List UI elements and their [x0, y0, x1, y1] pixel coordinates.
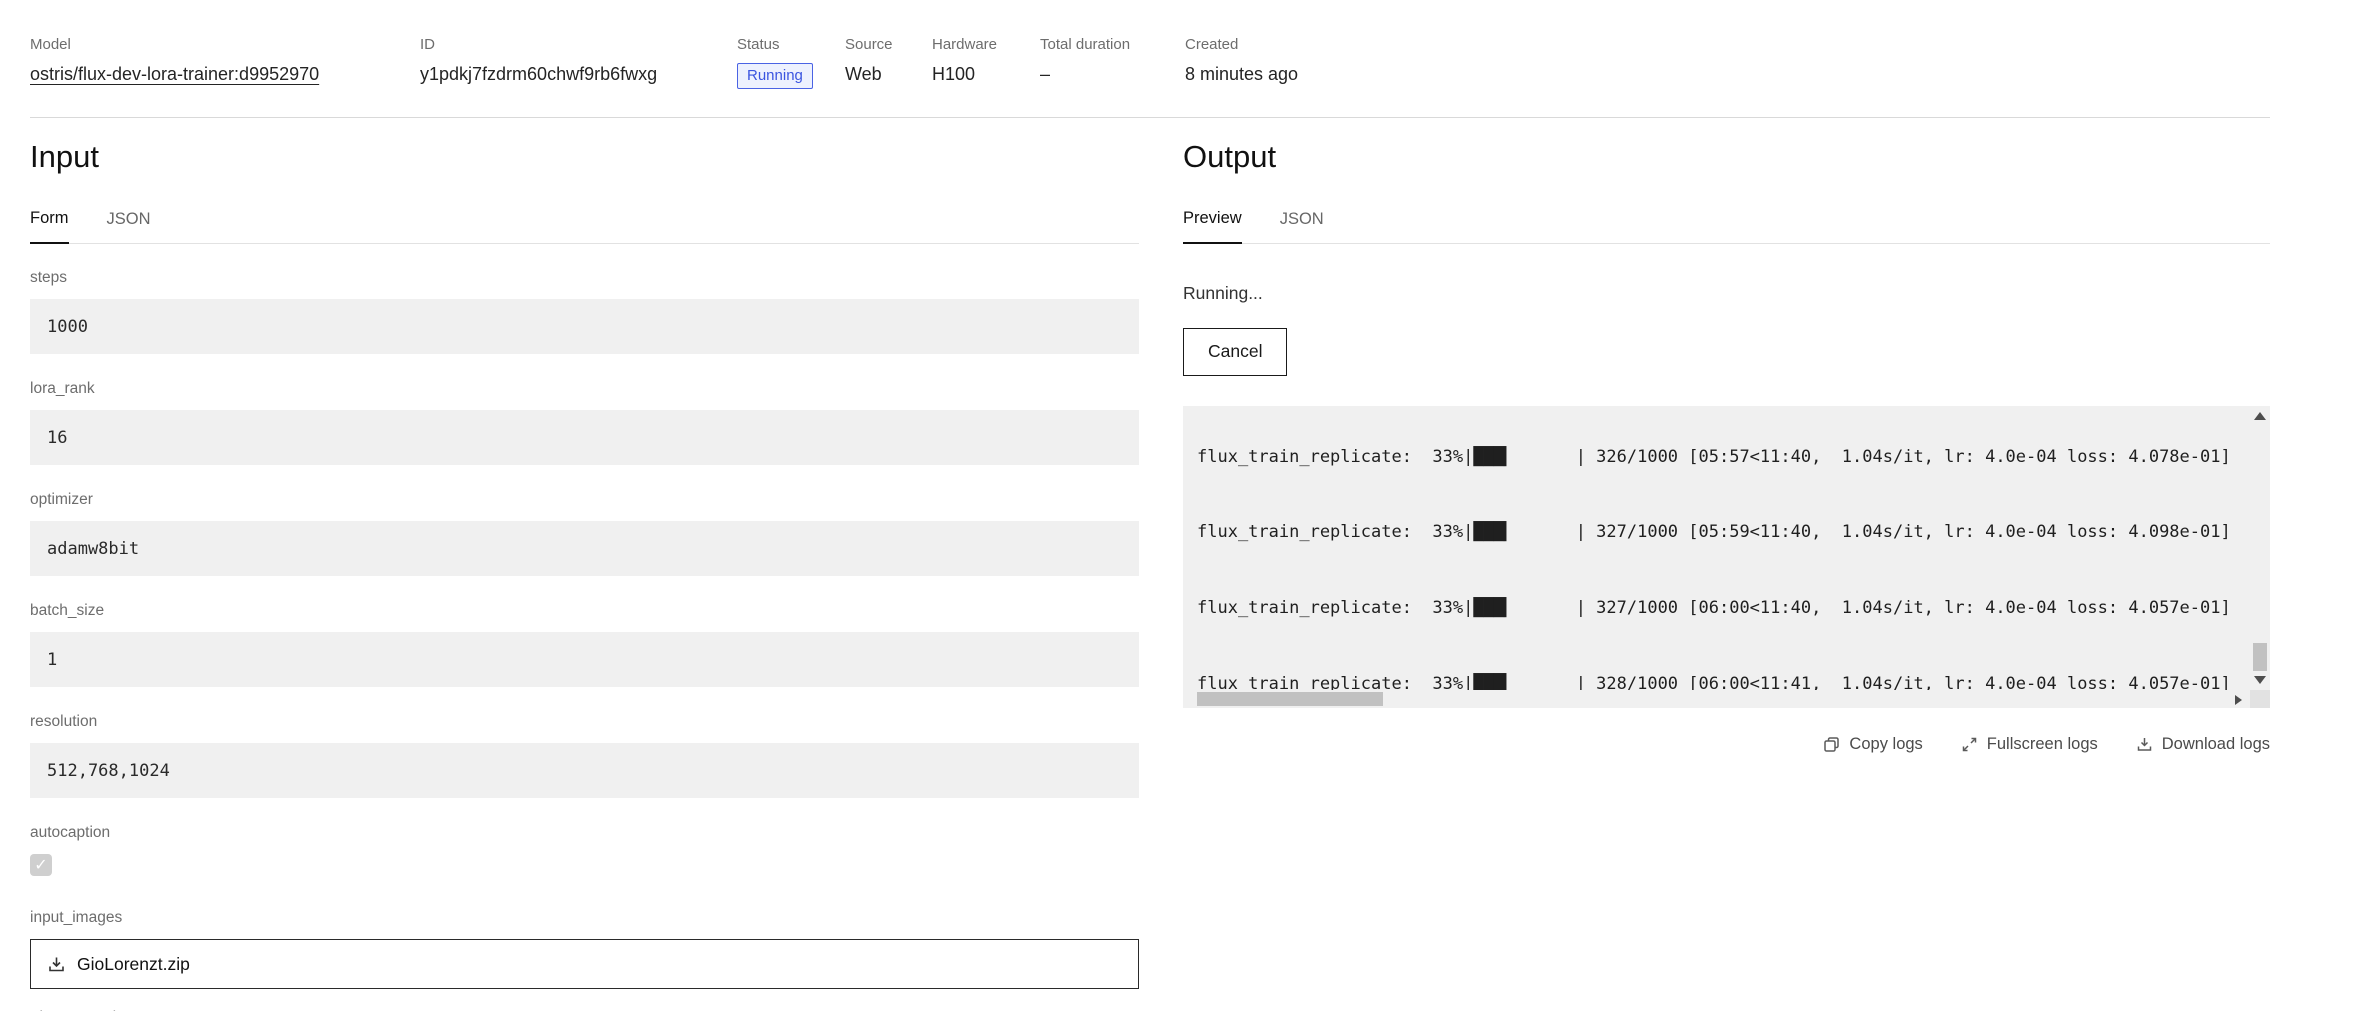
steps-input[interactable]: 1000 [30, 299, 1139, 354]
header-field-id: ID y1pdkj7fzdrm60chwf9rb6fwxg [420, 36, 737, 85]
source-label: Source [845, 36, 893, 53]
tab-input-form[interactable]: Form [30, 209, 69, 244]
log-actions: Copy logs Fullscreen logs Download logs [1183, 735, 2270, 754]
hardware-value: H100 [932, 64, 976, 84]
hardware-label: Hardware [932, 36, 998, 53]
optimizer-label: optimizer [30, 491, 93, 508]
scrollbar-corner [2250, 690, 2270, 708]
created-label: Created [1185, 36, 1239, 53]
horizontal-scrollbar-thumb[interactable] [1197, 692, 1383, 706]
header-field-model: Model ostris/flux-dev-lora-trainer:d9952… [30, 36, 420, 85]
batch-size-input[interactable]: 1 [30, 632, 1139, 687]
download-icon [2136, 736, 2153, 753]
file-download-icon [47, 955, 66, 974]
header-field-created: Created 8 minutes ago [1185, 36, 1308, 85]
scroll-down-arrow-icon[interactable] [2254, 676, 2266, 684]
input-images-label: input_images [30, 909, 123, 926]
autocaption-checkbox[interactable]: ✓ [30, 854, 52, 876]
header-field-total-duration: Total duration – [1040, 36, 1185, 85]
running-status-text: Running... [1183, 283, 1263, 303]
checkmark-icon: ✓ [34, 857, 48, 874]
field-resolution: resolution 512,768,1024 [30, 713, 1139, 798]
copy-logs-label: Copy logs [1849, 735, 1923, 753]
prediction-header: Model ostris/flux-dev-lora-trainer:d9952… [0, 0, 2354, 117]
id-value: y1pdkj7fzdrm60chwf9rb6fwxg [420, 64, 658, 84]
copy-logs-button[interactable]: Copy logs [1823, 735, 1923, 754]
log-line: flux_train_replicate: 33%|███▎ | 326/100… [1197, 446, 2231, 467]
created-value: 8 minutes ago [1185, 64, 1299, 84]
lora-rank-label: lora_rank [30, 380, 95, 397]
id-label: ID [420, 36, 435, 53]
scroll-right-arrow-icon[interactable] [2235, 695, 2242, 705]
output-column: Output Preview JSON Running... Cancel fl… [1183, 117, 2270, 1011]
input-form: steps 1000 lora_rank 16 optimizer adamw8… [30, 269, 1139, 1011]
vertical-scrollbar-thumb[interactable] [2253, 643, 2267, 671]
field-steps: steps 1000 [30, 269, 1139, 354]
fullscreen-logs-label: Fullscreen logs [1986, 735, 2098, 753]
input-title: Input [30, 139, 99, 174]
source-value: Web [845, 64, 882, 84]
field-optimizer: optimizer adamw8bit [30, 491, 1139, 576]
scroll-up-arrow-icon[interactable] [2254, 412, 2266, 420]
total-duration-value: – [1040, 64, 1051, 84]
lora-rank-input[interactable]: 16 [30, 410, 1139, 465]
input-tabs: Form JSON [30, 209, 1139, 244]
log-line: flux_train_replicate: 33%|███▎ | 327/100… [1197, 522, 2231, 543]
log-console: flux_train_replicate: 33%|███▎ | 326/100… [1183, 406, 2270, 708]
vertical-scrollbar[interactable] [2250, 406, 2270, 690]
copy-icon [1823, 736, 1840, 753]
cancel-button[interactable]: Cancel [1183, 328, 1288, 376]
field-batch-size: batch_size 1 [30, 602, 1139, 687]
log-line: flux_train_replicate: 33%|███▎ | 327/100… [1197, 598, 2231, 619]
resolution-label: resolution [30, 713, 98, 730]
status-badge: Running [737, 63, 813, 89]
fullscreen-icon [1961, 736, 1978, 753]
input-images-filename: GioLorenzt.zip [77, 953, 190, 974]
resolution-input[interactable]: 512,768,1024 [30, 743, 1139, 798]
download-logs-label: Download logs [2161, 735, 2270, 753]
fullscreen-logs-button[interactable]: Fullscreen logs [1961, 735, 2098, 754]
main-content: Input Form JSON steps 1000 lora_rank 16 … [0, 117, 2354, 1011]
header-field-hardware: Hardware H100 [932, 36, 1040, 85]
input-column: Input Form JSON steps 1000 lora_rank 16 … [30, 117, 1139, 1011]
steps-label: steps [30, 269, 68, 286]
horizontal-scrollbar[interactable] [1183, 690, 2250, 708]
prediction-detail-page: Model ostris/flux-dev-lora-trainer:d9952… [0, 0, 2354, 1011]
input-images-file[interactable]: GioLorenzt.zip [30, 939, 1139, 989]
tab-input-json[interactable]: JSON [107, 210, 151, 243]
field-autocaption: autocaption ✓ [30, 824, 1139, 876]
batch-size-label: batch_size [30, 602, 105, 619]
header-divider [30, 117, 2270, 118]
output-tabs: Preview JSON [1183, 209, 2270, 244]
model-label: Model [30, 36, 71, 53]
tab-output-json[interactable]: JSON [1280, 210, 1324, 243]
model-link[interactable]: ostris/flux-dev-lora-trainer:d9952970 [30, 64, 319, 84]
status-label: Status [737, 36, 780, 53]
field-input-images: input_images GioLorenzt.zip [30, 909, 1139, 989]
download-logs-button[interactable]: Download logs [2136, 735, 2270, 754]
header-field-source: Source Web [845, 36, 932, 85]
log-lines: flux_train_replicate: 33%|███▎ | 326/100… [1197, 406, 2250, 708]
header-field-status: Status Running [737, 36, 845, 89]
output-title: Output [1183, 139, 1277, 174]
field-lora-rank: lora_rank 16 [30, 380, 1139, 465]
optimizer-input[interactable]: adamw8bit [30, 521, 1139, 576]
tab-output-preview[interactable]: Preview [1183, 209, 1242, 244]
autocaption-label: autocaption [30, 824, 111, 841]
total-duration-label: Total duration [1040, 36, 1131, 53]
